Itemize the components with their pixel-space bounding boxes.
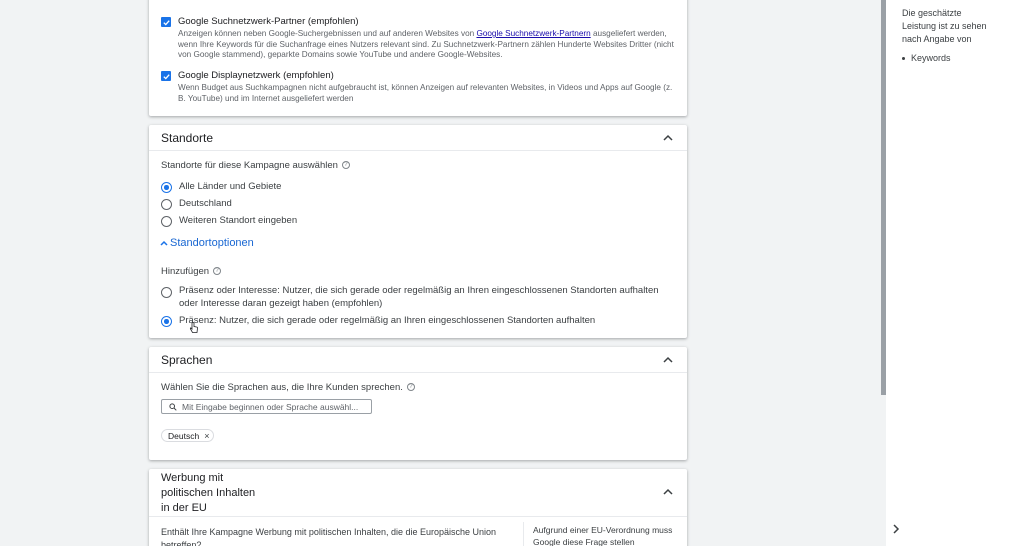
- presence-option[interactable]: Präsenz: Nutzer, die sich gerade oder re…: [161, 315, 676, 328]
- languages-title: Sprachen: [161, 352, 213, 367]
- location-option-all[interactable]: Alle Länder und Gebiete: [161, 181, 281, 194]
- search-icon: [169, 402, 177, 411]
- radio-button[interactable]: [161, 199, 172, 210]
- chevron-up-icon: [160, 240, 168, 246]
- display-network-title: Google Displaynetzwerk (empfohlen): [178, 70, 334, 81]
- help-icon[interactable]: ?: [341, 161, 350, 170]
- display-network-checkbox[interactable]: [161, 71, 171, 81]
- search-partner-link[interactable]: Google Suchnetzwerk-Partnern: [476, 29, 590, 38]
- help-icon[interactable]: ?: [213, 267, 222, 276]
- chevron-up-icon[interactable]: [661, 131, 675, 145]
- political-card: Werbung mit politischen Inhalten in der …: [149, 469, 687, 546]
- divider: [523, 522, 524, 546]
- chevron-right-icon[interactable]: [891, 523, 901, 535]
- list-item: Keywords: [902, 53, 951, 63]
- radio-button[interactable]: [161, 216, 172, 227]
- search-partner-title: Google Suchnetzwerk-Partner (empfohlen): [178, 16, 359, 27]
- chevron-up-icon[interactable]: [661, 485, 675, 499]
- search-partner-option[interactable]: Google Suchnetzwerk-Partner (empfohlen) …: [161, 15, 676, 61]
- political-header[interactable]: Werbung mit politischen Inhalten in der …: [149, 469, 687, 517]
- hand-cursor-icon: [189, 322, 198, 333]
- display-network-desc: Wenn Budget aus Suchkampagnen nicht aufg…: [178, 83, 673, 103]
- political-title: Werbung mit politischen Inhalten in der …: [161, 472, 256, 514]
- estimate-sidebar: Die geschätzte Leistung ist zu sehen nac…: [886, 0, 1024, 546]
- language-search-input[interactable]: Mit Eingabe beginnen oder Sprache auswäh…: [161, 399, 372, 414]
- check-icon: [162, 19, 170, 26]
- location-options-toggle[interactable]: Standortoptionen: [159, 237, 254, 249]
- network-card: Google Suchnetzwerk-Partner (empfohlen) …: [149, 0, 687, 116]
- check-icon: [162, 73, 170, 80]
- search-partner-checkbox[interactable]: [161, 17, 171, 27]
- location-option-germany[interactable]: Deutschland: [161, 198, 232, 211]
- political-question: Enthält Ihre Kampagne Werbung mit politi…: [161, 527, 497, 546]
- chevron-up-icon[interactable]: [661, 353, 675, 367]
- sidebar-text: Die geschätzte Leistung ist zu sehen nac…: [902, 8, 987, 44]
- languages-header[interactable]: Sprachen: [149, 347, 687, 373]
- locations-title: Standorte: [161, 130, 214, 145]
- search-partner-desc: Anzeigen können neben Google-Suchergebni…: [178, 29, 674, 59]
- locations-header[interactable]: Standorte: [149, 125, 687, 151]
- location-option-other[interactable]: Weiteren Standort eingeben: [161, 215, 297, 228]
- display-network-option[interactable]: Google Displaynetzwerk (empfohlen) Wenn …: [161, 69, 676, 104]
- locations-select-label: Standorte für diese Kampagne auswählen?: [161, 160, 350, 171]
- close-icon[interactable]: ×: [204, 431, 209, 441]
- political-note: Aufgrund einer EU-Verordnung muss Google…: [533, 525, 673, 546]
- bullet: [902, 56, 905, 60]
- locations-card: Standorte Standorte für diese Kampagne a…: [149, 125, 687, 338]
- language-search-placeholder: Mit Eingabe beginnen oder Sprache auswäh…: [182, 401, 359, 412]
- radio-button[interactable]: [161, 182, 172, 193]
- help-icon[interactable]: ?: [406, 383, 415, 392]
- radio-button[interactable]: [161, 287, 172, 298]
- languages-card: Sprachen Wählen Sie die Sprachen aus, di…: [149, 347, 687, 460]
- radio-button[interactable]: [161, 316, 172, 327]
- add-label: Hinzufügen?: [161, 266, 222, 277]
- presence-or-interest-option[interactable]: Präsenz oder Interesse: Nutzer, die sich…: [161, 285, 676, 310]
- languages-select-label: Wählen Sie die Sprachen aus, die Ihre Ku…: [161, 382, 415, 393]
- language-chip: Deutsch ×: [161, 429, 215, 442]
